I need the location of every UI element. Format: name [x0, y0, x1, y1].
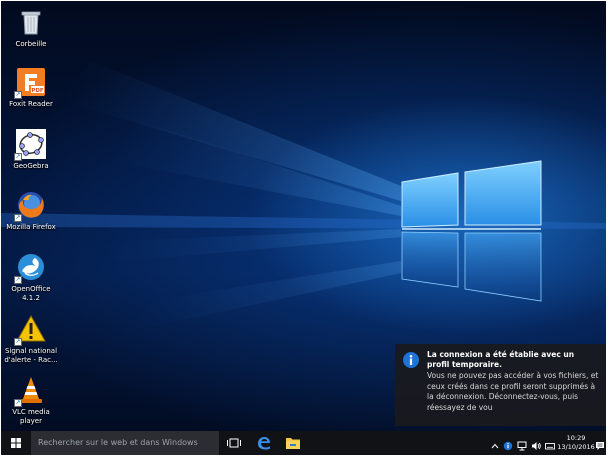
- desktop-icon-label: GeoGebra: [13, 162, 49, 170]
- firefox-icon: ↗: [14, 190, 46, 222]
- taskbar-clock[interactable]: 10:29 13/10/2016: [556, 434, 596, 452]
- foxit-reader-icon: PDF ↗: [14, 67, 46, 99]
- toast-body: Vous ne pouvez pas accéder à vos fichier…: [427, 371, 599, 412]
- notification-toast[interactable]: La connexion a été établie avec un profi…: [395, 344, 606, 426]
- shortcut-arrow-icon: ↗: [14, 338, 22, 346]
- task-view-button[interactable]: [223, 431, 245, 455]
- desktop-icon-firefox[interactable]: ↗ Mozilla Firefox: [3, 190, 59, 232]
- folder-icon: [286, 438, 300, 449]
- keyboard-icon: [545, 443, 555, 450]
- info-icon: [403, 352, 419, 368]
- desktop-icon-label: Mozilla Firefox: [6, 223, 56, 231]
- tray-network-button[interactable]: [517, 437, 528, 451]
- vlc-icon: ↗: [14, 375, 46, 407]
- taskbar: Rechercher sur le web et dans Windows 10…: [1, 431, 606, 455]
- shortcut-arrow-icon: ↗: [14, 399, 22, 407]
- notification-icon: [596, 442, 604, 450]
- clock-date: 13/10/2016: [557, 443, 595, 451]
- volume-icon: [532, 442, 541, 450]
- recycle-bin-icon: [16, 7, 46, 37]
- desktop-icon-openoffice[interactable]: ↗ OpenOffice 4.1.2: [3, 252, 59, 303]
- desktop-icon-foxit-reader[interactable]: PDF ↗ Foxit Reader: [3, 67, 59, 109]
- shortcut-arrow-icon: ↗: [14, 276, 22, 284]
- openoffice-icon: ↗: [14, 252, 46, 284]
- network-icon: [517, 441, 527, 451]
- action-center-button[interactable]: [595, 437, 605, 450]
- taskbar-file-explorer-button[interactable]: [281, 431, 305, 455]
- start-button[interactable]: [1, 431, 31, 455]
- desktop-icon-label: OpenOffice 4.1.2: [11, 285, 51, 302]
- desktop-icon-recycle-bin[interactable]: Corbeille: [3, 7, 59, 49]
- clock-time: 10:29: [566, 434, 586, 442]
- search-box[interactable]: Rechercher sur le web et dans Windows: [31, 431, 219, 455]
- geogebra-icon: ↗: [14, 129, 46, 161]
- shortcut-arrow-icon: ↗: [14, 214, 22, 222]
- tray-overflow-button[interactable]: [491, 437, 499, 449]
- pdf-badge: PDF: [31, 88, 44, 94]
- desktop-icon-vlc[interactable]: ↗ VLC media player: [3, 375, 59, 426]
- taskbar-edge-button[interactable]: [252, 431, 276, 455]
- shortcut-arrow-icon: ↗: [14, 91, 22, 99]
- desktop[interactable]: Corbeille PDF ↗ Foxit Reader ↗ GeoGebra …: [1, 1, 606, 455]
- tray-volume-button[interactable]: [531, 437, 542, 450]
- chevron-up-icon: [491, 443, 499, 449]
- desktop-icon-label: Corbeille: [15, 40, 47, 48]
- info-icon: [503, 441, 513, 451]
- shortcut-arrow-icon: ↗: [14, 153, 22, 161]
- desktop-icon-label: Signal national d'alerte - Rac...: [4, 347, 58, 364]
- edge-icon: [258, 437, 270, 450]
- warning-icon: ↗: [14, 314, 46, 346]
- task-view-icon: [227, 438, 241, 448]
- tray-info-button[interactable]: [503, 437, 513, 451]
- desktop-icon-geogebra[interactable]: ↗ GeoGebra: [3, 129, 59, 171]
- desktop-icon-signal-alerte[interactable]: ↗ Signal national d'alerte - Rac...: [3, 314, 59, 365]
- search-placeholder: Rechercher sur le web et dans Windows: [38, 438, 198, 447]
- desktop-icon-label: Foxit Reader: [9, 100, 53, 108]
- toast-title: La connexion a été établie avec un profi…: [427, 350, 575, 369]
- windows-logo-icon: [11, 438, 21, 448]
- tray-keyboard-button[interactable]: [545, 437, 555, 450]
- desktop-icon-label: VLC media player: [12, 408, 50, 425]
